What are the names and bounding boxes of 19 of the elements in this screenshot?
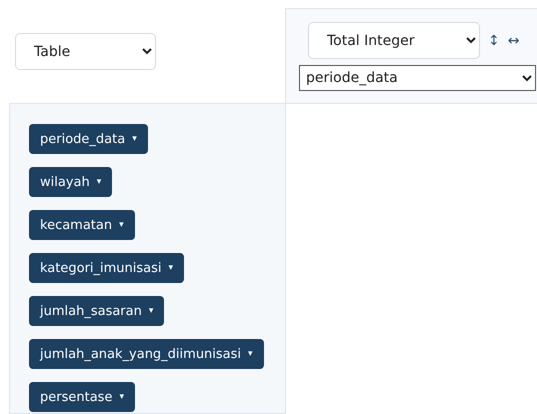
column-order-toggle[interactable]: ↔ — [508, 32, 520, 48]
attribute-pill[interactable]: periode_data ▾ — [29, 124, 148, 154]
row-order-toggle[interactable]: ↕ — [488, 32, 500, 48]
caret-icon: ▾ — [96, 177, 102, 187]
caret-icon: ▾ — [168, 263, 174, 273]
attribute-pill[interactable]: jumlah_anak_yang_diimunisasi ▾ — [29, 339, 264, 369]
attribute-select[interactable]: periode_data — [299, 65, 536, 91]
attribute-pill[interactable]: jumlah_sasaran ▾ — [29, 296, 164, 326]
attribute-pill[interactable]: persentase ▾ — [29, 382, 135, 412]
aggregator-select[interactable]: Total Integer — [308, 22, 480, 59]
caret-icon: ▾ — [248, 349, 253, 359]
caret-icon: ▾ — [119, 220, 124, 230]
caret-icon: ▾ — [119, 392, 124, 402]
caret-icon: ▾ — [132, 134, 137, 144]
renderer-select[interactable]: Table — [15, 33, 156, 70]
attribute-pill[interactable]: kecamatan ▾ — [29, 210, 135, 240]
attribute-pill[interactable]: kategori_imunisasi ▾ — [29, 253, 184, 283]
attribute-pill[interactable]: wilayah ▾ — [29, 167, 112, 197]
caret-icon: ▾ — [148, 306, 154, 316]
